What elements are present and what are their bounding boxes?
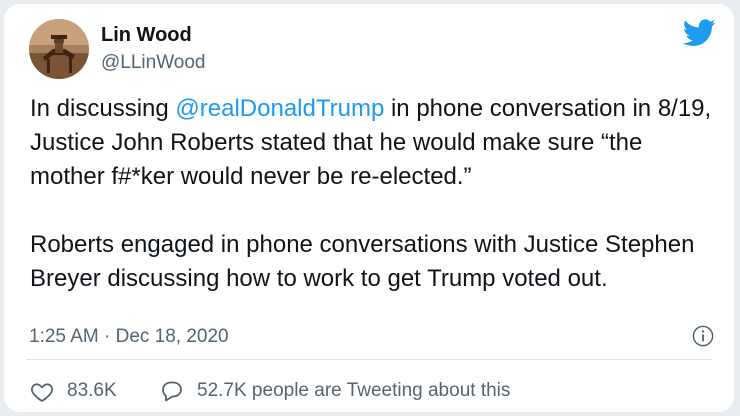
info-icon[interactable] [692,325,714,347]
user-handle[interactable]: @LLinWood [101,52,206,74]
like-count[interactable]: 83.6K [67,380,117,402]
tweet-text-part: In discussing [30,95,176,122]
user-name[interactable]: Lin Wood [101,24,192,47]
avatar[interactable] [29,19,89,79]
tweeting-about-link[interactable]: 52.7K people are Tweeting about this [197,380,510,402]
mention-link[interactable]: @realDonaldTrump [175,95,384,122]
tweet-body: In discussing @realDonaldTrump in phone … [30,92,720,296]
twitter-bird-icon[interactable] [683,19,716,47]
avatar-image [29,19,89,79]
tweet-card: Lin Wood @LLinWood In discussing @realDo… [4,4,734,412]
heart-icon[interactable] [30,380,54,404]
tweet-paragraph-1: In discussing @realDonaldTrump in phone … [30,92,720,194]
tweet-paragraph-2: Roberts engaged in phone conversations w… [30,231,695,292]
divider [26,359,712,360]
tweet-timestamp[interactable]: 1:25 AM · Dec 18, 2020 [29,326,229,348]
speech-bubble-icon[interactable] [160,379,184,403]
